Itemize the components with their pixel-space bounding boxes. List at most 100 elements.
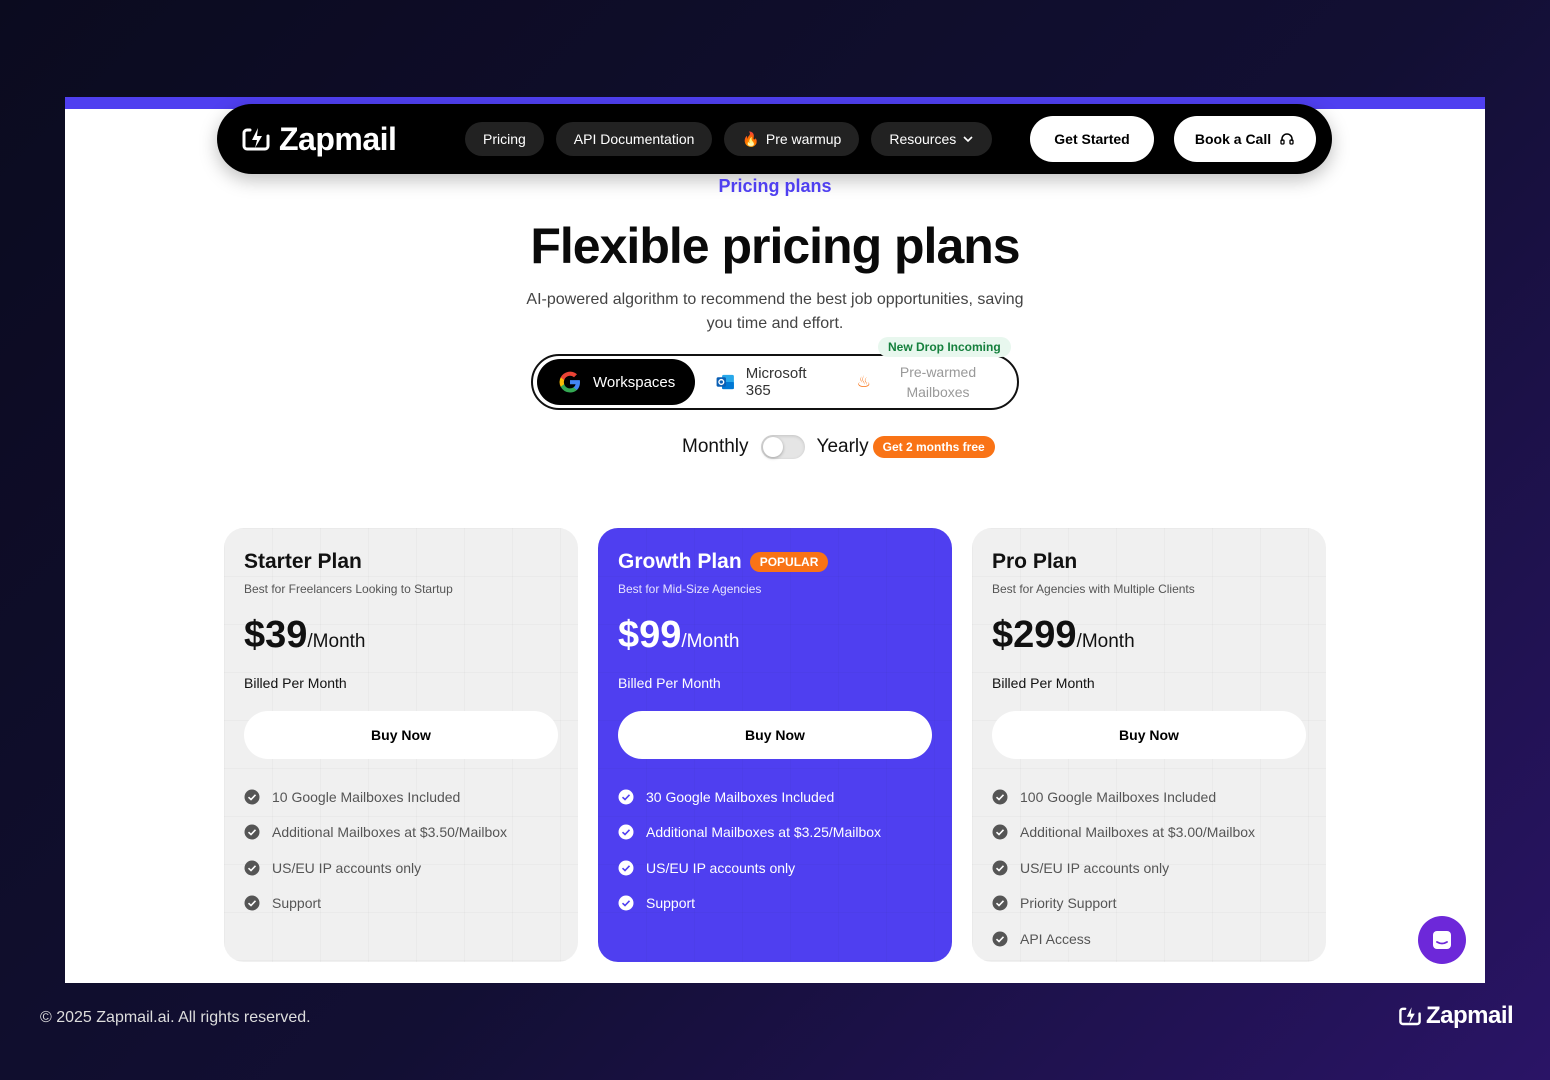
buy-now-label: Buy Now xyxy=(371,727,431,743)
feature-item: US/EU IP accounts only xyxy=(992,850,1306,886)
buy-now-button[interactable]: Buy Now xyxy=(244,711,558,759)
buy-now-button[interactable]: Buy Now xyxy=(618,711,932,759)
zap-logo-icon xyxy=(1399,1007,1421,1026)
navbar: Zapmail Pricing API Documentation 🔥 Pre … xyxy=(217,104,1332,174)
nav-pre-warmup[interactable]: 🔥 Pre warmup xyxy=(724,122,860,156)
book-call-button[interactable]: Book a Call xyxy=(1174,116,1316,162)
toggle-knob xyxy=(762,437,783,457)
promo-badge: Get 2 months free xyxy=(872,436,995,458)
google-icon xyxy=(559,371,580,393)
tab-workspaces[interactable]: Workspaces xyxy=(537,359,696,405)
brand-logo[interactable]: Zapmail xyxy=(241,121,441,158)
feature-item: Support xyxy=(244,886,558,922)
plan-name: Growth Plan xyxy=(618,550,742,573)
footer-brand-name: Zapmail xyxy=(1426,1002,1514,1029)
outlook-icon xyxy=(716,374,735,390)
pricing-cards: Starter Plan Best for Freelancers Lookin… xyxy=(224,528,1326,962)
check-circle-icon xyxy=(992,860,1008,876)
check-circle-icon xyxy=(618,824,634,840)
footer-logo: Zapmail xyxy=(1398,1002,1514,1030)
buy-now-button[interactable]: Buy Now xyxy=(992,711,1306,759)
check-circle-icon xyxy=(992,824,1008,840)
feature-item: 30 Google Mailboxes Included xyxy=(618,779,932,815)
nav-pricing[interactable]: Pricing xyxy=(465,122,544,156)
monthly-label: Monthly xyxy=(682,436,749,457)
nav-actions: Get Started Book a Call xyxy=(1030,116,1316,162)
check-circle-icon xyxy=(992,931,1008,947)
browser-page: Zapmail Pricing API Documentation 🔥 Pre … xyxy=(65,97,1485,983)
get-started-button[interactable]: Get Started xyxy=(1030,116,1154,162)
feature-text: Support xyxy=(272,895,322,912)
feature-text: US/EU IP accounts only xyxy=(1020,859,1170,876)
billing-note: Billed Per Month xyxy=(992,675,1095,691)
feature-text: 30 Google Mailboxes Included xyxy=(646,788,835,805)
feature-text: Support xyxy=(646,895,696,912)
feature-item: Additional Mailboxes at $3.25/Mailbox xyxy=(618,815,932,851)
plan-price: $299 xyxy=(992,614,1077,656)
plan-period: /Month xyxy=(1076,631,1135,652)
nav-pricing-label: Pricing xyxy=(483,131,526,147)
plan-price: $39 xyxy=(244,614,308,656)
billing-toggle-group: Monthly Yearly Get 2 months free xyxy=(682,435,995,459)
tab-pre-warmed-label: Pre-warmed Mailboxes xyxy=(899,364,977,400)
feature-list: 30 Google Mailboxes Included Additional … xyxy=(618,779,932,921)
tab-microsoft-365[interactable]: Microsoft 365 xyxy=(695,359,836,405)
check-circle-icon xyxy=(244,824,260,840)
flame-icon: ♨ xyxy=(856,374,871,391)
tab-pre-warmed[interactable]: ♨ Pre-warmed Mailboxes xyxy=(837,359,1013,405)
plan-period: /Month xyxy=(681,631,740,652)
billing-note: Billed Per Month xyxy=(244,675,347,691)
eyebrow-label: Pricing plans xyxy=(718,176,832,196)
plan-description: Best for Freelancers Looking to Startup xyxy=(244,582,453,596)
provider-tabs: Workspaces Microsoft 365 ♨ Pre-warmed Ma… xyxy=(531,354,1019,410)
footer-copyright: © 2025 Zapmail.ai. All rights reserved. xyxy=(40,1009,311,1026)
popular-badge: POPULAR xyxy=(749,552,829,572)
feature-item: Support xyxy=(618,886,932,922)
feature-item: Additional Mailboxes at $3.50/Mailbox xyxy=(244,815,558,851)
check-circle-icon xyxy=(618,860,634,876)
plan-card-growth: Growth Plan POPULAR Best for Mid-Size Ag… xyxy=(598,528,952,962)
feature-text: 100 Google Mailboxes Included xyxy=(1020,788,1217,805)
feature-item: US/EU IP accounts only xyxy=(618,850,932,886)
headset-icon xyxy=(1280,133,1294,145)
fire-icon: 🔥 xyxy=(742,130,760,147)
plan-name: Starter Plan xyxy=(244,550,362,573)
brand-name: Zapmail xyxy=(279,120,397,157)
feature-text: Additional Mailboxes at $3.50/Mailbox xyxy=(272,824,508,841)
billing-toggle[interactable] xyxy=(760,435,805,459)
chevron-down-icon xyxy=(963,136,973,143)
feature-text: 10 Google Mailboxes Included xyxy=(272,788,461,805)
tab-microsoft-365-label: Microsoft 365 xyxy=(745,365,807,399)
buy-now-label: Buy Now xyxy=(745,727,805,743)
feature-item: US/EU IP accounts only xyxy=(244,850,558,886)
chat-launcher-button[interactable] xyxy=(1418,916,1466,964)
plan-card-pro: Pro Plan Best for Agencies with Multiple… xyxy=(972,528,1326,962)
nav-links: Pricing API Documentation 🔥 Pre warmup R… xyxy=(465,122,993,156)
plan-description: Best for Agencies with Multiple Clients xyxy=(992,582,1195,596)
check-circle-icon xyxy=(618,789,634,805)
plan-period: /Month xyxy=(307,631,366,652)
nav-pre-warmup-label: Pre warmup xyxy=(765,131,842,147)
feature-item: 100 Google Mailboxes Included xyxy=(992,779,1306,815)
feature-item: Priority Support xyxy=(992,886,1306,922)
plan-name: Pro Plan xyxy=(992,550,1078,573)
check-circle-icon xyxy=(992,895,1008,911)
feature-list: 100 Google Mailboxes Included Additional… xyxy=(992,779,1306,957)
page-subtitle: AI-powered algorithm to recommend the be… xyxy=(526,291,1024,332)
plan-price: $99 xyxy=(618,614,682,656)
feature-text: Additional Mailboxes at $3.00/Mailbox xyxy=(1020,824,1256,841)
feature-list: 10 Google Mailboxes Included Additional … xyxy=(244,779,558,921)
check-circle-icon xyxy=(244,789,260,805)
feature-item: 10 Google Mailboxes Included xyxy=(244,779,558,815)
feature-item: Additional Mailboxes at $3.00/Mailbox xyxy=(992,815,1306,851)
zap-logo-icon xyxy=(242,128,270,151)
page-title: Flexible pricing plans xyxy=(530,218,1020,274)
feature-text: US/EU IP accounts only xyxy=(646,859,796,876)
check-circle-icon xyxy=(618,895,634,911)
yearly-label: Yearly xyxy=(816,436,869,457)
feature-text: API Access xyxy=(1020,930,1091,947)
nav-api-docs[interactable]: API Documentation xyxy=(555,122,713,156)
nav-resources[interactable]: Resources xyxy=(871,122,993,156)
chat-icon xyxy=(1433,931,1451,949)
plan-card-starter: Starter Plan Best for Freelancers Lookin… xyxy=(224,528,578,962)
